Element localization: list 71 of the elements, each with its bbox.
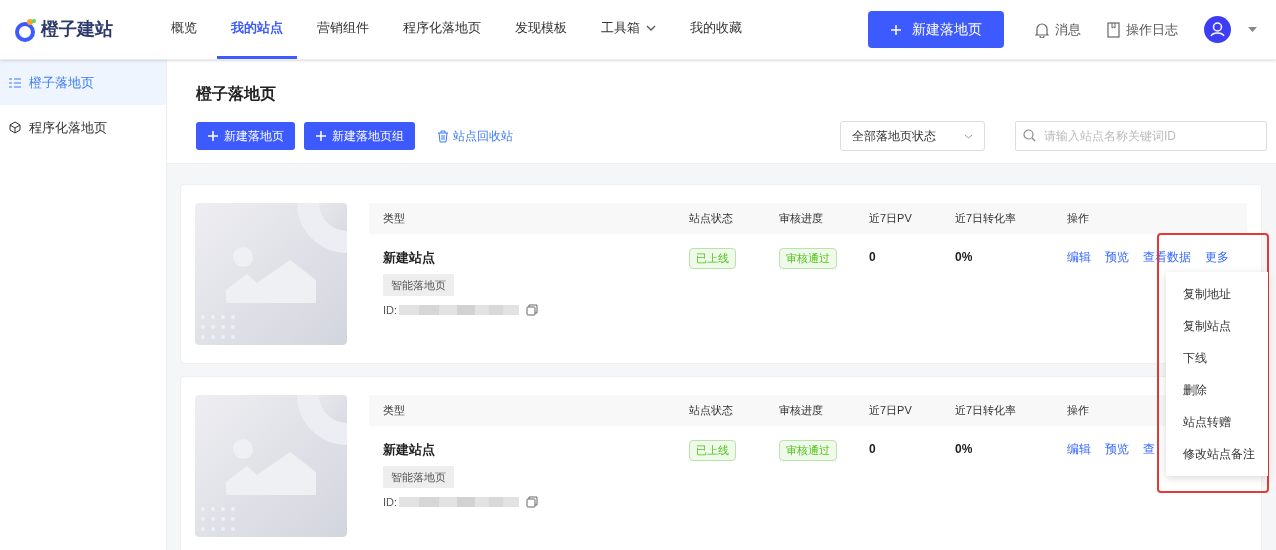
- column-header: 操作: [1067, 212, 1089, 225]
- column-header: 近7日PV: [869, 404, 912, 417]
- rate-value: 0%: [955, 442, 973, 456]
- copy-icon[interactable]: [526, 304, 539, 317]
- menu-item[interactable]: 站点转赠: [1166, 406, 1268, 438]
- menu-item[interactable]: 复制站点: [1166, 310, 1268, 342]
- type-tag: 智能落地页: [383, 273, 454, 296]
- create-button[interactable]: 新建落地页组: [304, 122, 415, 150]
- create-button[interactable]: 新建落地页: [196, 122, 295, 150]
- copy-icon[interactable]: [526, 496, 539, 509]
- column-header: 审核进度: [779, 212, 823, 225]
- logo-text: 橙子建站: [41, 18, 113, 41]
- nav-tab[interactable]: 营销组件: [303, 0, 383, 59]
- column-header: 近7日转化率: [955, 404, 1017, 417]
- type-tag: 智能落地页: [383, 465, 454, 488]
- plus-icon: [315, 130, 327, 142]
- column-header: 站点状态: [689, 404, 733, 417]
- search-field[interactable]: 请输入站点名称关键词ID: [1015, 121, 1267, 151]
- column-header: 类型: [383, 404, 405, 417]
- column-header: 审核进度: [779, 404, 823, 417]
- menu-item[interactable]: 复制地址: [1166, 278, 1268, 310]
- menu-item[interactable]: 删除: [1166, 374, 1268, 406]
- id-label: ID:: [383, 303, 398, 318]
- list-icon: [9, 77, 21, 88]
- header-link[interactable]: 消息: [1035, 19, 1081, 40]
- logo-icon: [15, 17, 37, 42]
- nav-tab[interactable]: 工具箱: [587, 0, 670, 59]
- action-link[interactable]: 编辑: [1067, 440, 1091, 511]
- id-label: ID:: [383, 495, 398, 510]
- plus-icon: [890, 23, 902, 36]
- nav-tab[interactable]: 概览: [157, 0, 211, 59]
- status-tag: 已上线: [689, 248, 736, 269]
- nav-tab[interactable]: 我的收藏: [676, 0, 756, 59]
- column-header: 站点状态: [689, 212, 733, 225]
- plus-icon: [207, 130, 219, 142]
- action-link[interactable]: 预览: [1105, 248, 1129, 319]
- recycle-bin-link[interactable]: 站点回收站: [437, 127, 513, 145]
- column-header: 类型: [383, 212, 405, 225]
- caret-icon[interactable]: [1248, 27, 1257, 32]
- new-page-button[interactable]: 新建落地页: [868, 11, 1004, 48]
- chevron-down-icon: [646, 25, 656, 31]
- menu-item[interactable]: 修改站点备注: [1166, 438, 1268, 470]
- page-title: 橙子落地页: [196, 84, 277, 104]
- action-link[interactable]: 编辑: [1067, 248, 1091, 319]
- action-link[interactable]: 查: [1143, 440, 1155, 511]
- column-header: 近7日转化率: [955, 212, 1017, 225]
- column-header: 近7日PV: [869, 212, 912, 225]
- search-icon: [1023, 129, 1036, 142]
- pv-value: 0: [869, 442, 876, 456]
- nav-tab[interactable]: 发现模板: [501, 0, 581, 59]
- action-link[interactable]: 预览: [1105, 440, 1129, 511]
- bell-icon: [1035, 21, 1049, 38]
- review-tag: 审核通过: [779, 440, 837, 461]
- sidebar-item[interactable]: 橙子落地页: [0, 60, 166, 105]
- sidebar-item[interactable]: 程序化落地页: [0, 105, 166, 150]
- site-name: 新建站点: [383, 249, 435, 267]
- bookmark-icon: [1107, 21, 1120, 38]
- cube-icon: [9, 121, 21, 134]
- nav-tab[interactable]: 程序化落地页: [389, 0, 495, 59]
- rate-value: 0%: [955, 250, 973, 264]
- review-tag: 审核通过: [779, 248, 837, 269]
- site-name: 新建站点: [383, 441, 435, 459]
- status-select[interactable]: 全部落地页状态: [840, 121, 985, 151]
- menu-item[interactable]: 下线: [1166, 342, 1268, 374]
- header-link[interactable]: 操作日志: [1107, 19, 1178, 40]
- status-tag: 已上线: [689, 440, 736, 461]
- avatar-icon[interactable]: [1204, 16, 1231, 43]
- chevron-down-icon: [964, 133, 973, 139]
- pv-value: 0: [869, 250, 876, 264]
- trash-icon: [437, 129, 449, 143]
- column-header: 操作: [1067, 404, 1089, 417]
